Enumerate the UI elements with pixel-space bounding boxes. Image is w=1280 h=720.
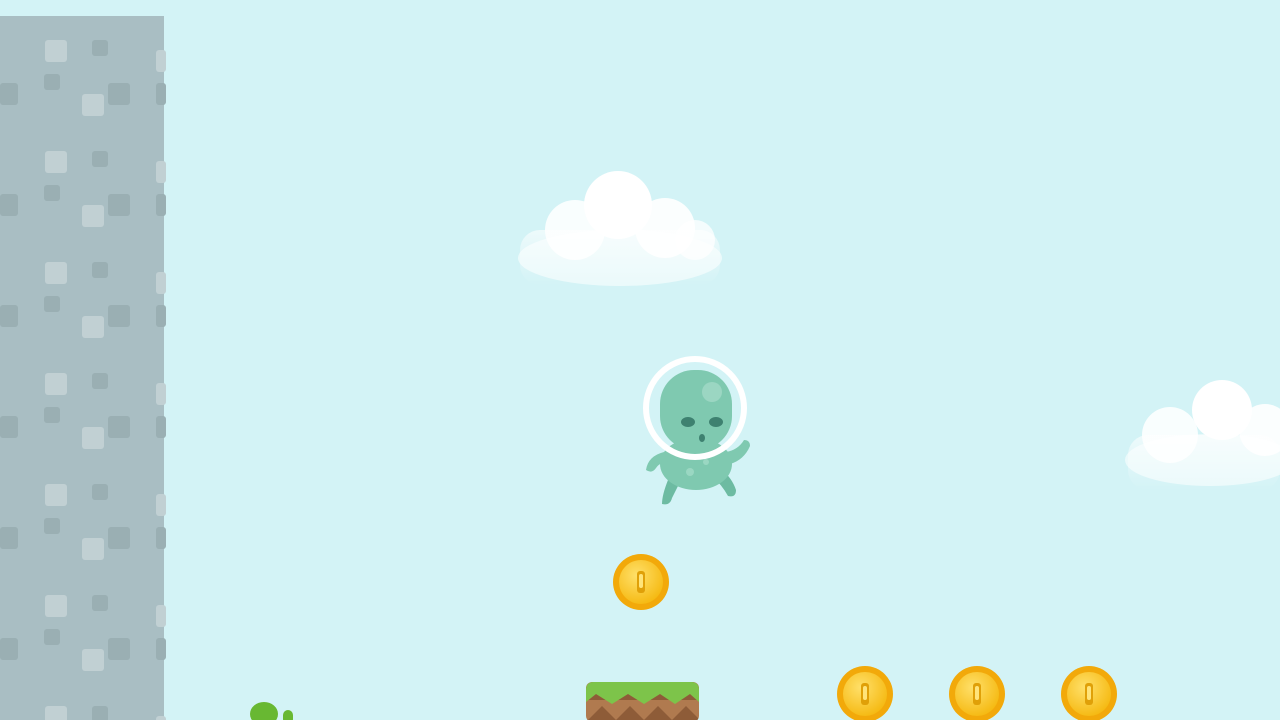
wall-block: [156, 194, 166, 216]
coin-icon: [949, 666, 1005, 720]
wall-block: [82, 205, 104, 227]
wall-block: [108, 416, 130, 438]
wall-block: [156, 527, 166, 549]
wall-block: [45, 484, 67, 506]
coin-icon: [613, 554, 669, 610]
wall-block: [0, 305, 18, 327]
wall-block: [156, 383, 166, 405]
wall-block: [92, 595, 108, 611]
wall-block: [44, 185, 60, 201]
wall-block: [82, 94, 104, 116]
wall-block: [44, 74, 60, 90]
wall-block: [82, 538, 104, 560]
wall-block: [92, 262, 108, 278]
wall-block: [156, 494, 166, 516]
game-viewport[interactable]: [0, 0, 1280, 720]
grass-platform: [586, 682, 699, 720]
wall-block: [45, 151, 67, 173]
stone-wall: [0, 16, 166, 720]
wall-block: [44, 629, 60, 645]
wall-block: [45, 262, 67, 284]
wall-block: [92, 151, 108, 167]
wall-block: [82, 316, 104, 338]
wall-block: [156, 161, 166, 183]
coin-icon: [837, 666, 893, 720]
wall-block: [156, 638, 166, 660]
wall-block: [108, 194, 130, 216]
wall-block: [45, 373, 67, 395]
coin-icon: [1061, 666, 1117, 720]
wall-block: [108, 83, 130, 105]
wall-block: [156, 50, 166, 72]
wall-block: [0, 416, 18, 438]
wall-block: [0, 638, 18, 660]
wall-block: [44, 518, 60, 534]
wall-block: [108, 527, 130, 549]
sky-background: [0, 0, 1280, 720]
wall-block: [82, 427, 104, 449]
wall-block: [82, 649, 104, 671]
wall-block: [0, 527, 18, 549]
wall-block: [45, 706, 67, 720]
wall-block: [156, 272, 166, 294]
wall-block: [92, 706, 108, 720]
wall-block: [92, 40, 108, 56]
wall-block: [0, 83, 18, 105]
wall-block: [108, 638, 130, 660]
wall-block: [156, 605, 166, 627]
wall-block: [45, 595, 67, 617]
wall-block: [45, 40, 67, 62]
wall-block: [156, 716, 166, 720]
wall-block: [156, 305, 166, 327]
wall-block: [156, 416, 166, 438]
wall-block: [108, 305, 130, 327]
wall-block: [92, 484, 108, 500]
game-canvas: [0, 0, 1280, 720]
wall-block: [44, 407, 60, 423]
wall-block: [0, 194, 18, 216]
wall-block: [44, 296, 60, 312]
wall-block: [156, 83, 166, 105]
wall-block: [92, 373, 108, 389]
